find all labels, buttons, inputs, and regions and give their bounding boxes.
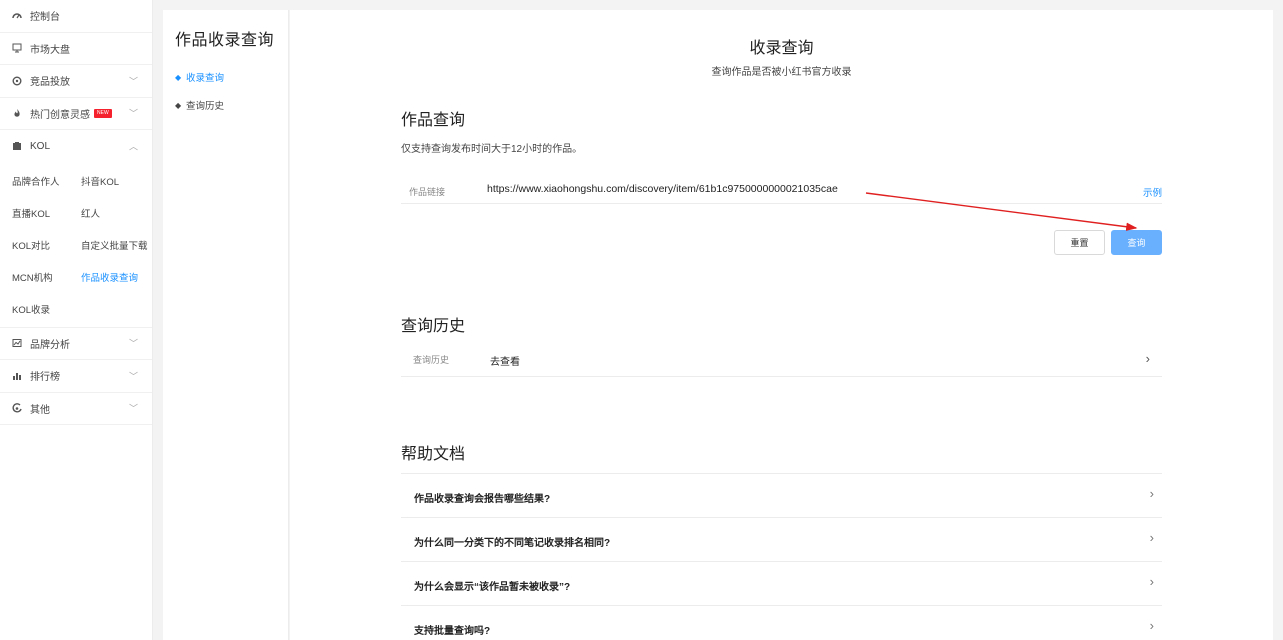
chevron-right-icon: › (1145, 351, 1150, 366)
submenu-item-custom-download[interactable]: 自定义批量下载 (69, 229, 153, 261)
subpanel-link-query[interactable]: ◆ 收录查询 (163, 70, 288, 85)
example-link[interactable]: 示例 (1143, 185, 1162, 199)
submenu-item-influencer[interactable]: 红人 (69, 197, 153, 229)
page-subtitle: 查询作品是否被小红书官方收录 (711, 67, 852, 78)
sidebar-item-label: 品牌分析 (30, 339, 70, 351)
faq-item[interactable]: 作品收录查询会报告哪些结果? › (401, 473, 1162, 517)
query-section: 作品查询 仅支持查询发布时间大于12小时的作品。 (401, 106, 1162, 155)
submenu-item-mcn[interactable]: MCN机构 (0, 261, 69, 293)
top-strip (153, 0, 1283, 10)
market-icon (12, 43, 22, 53)
chart-icon (12, 338, 22, 348)
subpanel-link-history[interactable]: ◆ 查询历史 (163, 98, 288, 113)
sidebar-item-label: 排行榜 (30, 372, 60, 384)
sidebar-item-other[interactable]: 其他 ﹀ (0, 393, 152, 425)
subpanel-link-label: 收录查询 (186, 73, 225, 84)
chevron-right-icon: › (1149, 530, 1154, 545)
history-row[interactable]: 查询历史 去查看 › (401, 345, 1162, 377)
sidebar-item-brand-analysis[interactable]: 品牌分析 ﹀ (0, 328, 152, 360)
sidebar-item-label: KOL (30, 140, 51, 152)
query-link-input[interactable] (487, 183, 1117, 195)
query-section-heading: 作品查询 (401, 112, 466, 129)
chevron-down-icon: ﹀ (128, 403, 138, 414)
faq-item[interactable]: 为什么会显示“该作品暂未被收录”? › (401, 561, 1162, 605)
submenu-item-douyin-kol[interactable]: 抖音KOL (69, 165, 153, 197)
faq-question: 作品收录查询会报告哪些结果? (414, 494, 551, 505)
faq-question: 支持批量查询吗? (414, 626, 491, 637)
sidebar: 控制台 市场大盘 竞品投放 ﹀ 热门创意灵感 NEW ﹀ KOL ︿ 品牌合作人… (0, 0, 153, 640)
new-badge: NEW (94, 108, 112, 118)
faq-item[interactable]: 为什么同一分类下的不同笔记收录排名相同? › (401, 517, 1162, 561)
sidebar-item-dashboard[interactable]: 控制台 (0, 0, 152, 33)
query-link-row: 作品链接 示例 (401, 180, 1162, 204)
submenu-item-kol-compare[interactable]: KOL对比 (0, 229, 69, 261)
chevron-up-icon: ︿ (128, 141, 138, 152)
page-title: 收录查询 (749, 40, 814, 57)
target-icon (12, 76, 22, 86)
sidebar-item-label: 控制台 (30, 12, 60, 24)
submenu-item-live-kol[interactable]: 直播KOL (0, 197, 69, 229)
faq-item[interactable]: 支持批量查询吗? › (401, 605, 1162, 640)
help-section: 帮助文档 (401, 440, 1162, 464)
other-icon (12, 403, 22, 413)
query-section-desc: 仅支持查询发布时间大于12小时的作品。 (401, 144, 583, 155)
diamond-icon: ◆ (175, 100, 182, 110)
history-row-label: 查询历史 (413, 355, 450, 365)
main-content: 收录查询 查询作品是否被小红书官方收录 作品查询 仅支持查询发布时间大于12小时… (290, 10, 1273, 640)
chevron-right-icon: › (1149, 574, 1154, 589)
chevron-right-icon: › (1149, 618, 1154, 633)
history-section-heading: 查询历史 (401, 318, 466, 335)
help-section-heading: 帮助文档 (401, 446, 466, 463)
submenu-item-kol-index[interactable]: KOL收录 (0, 293, 69, 325)
sidebar-item-ranking[interactable]: 排行榜 ﹀ (0, 360, 152, 393)
sidebar-item-hot-ideas[interactable]: 热门创意灵感 NEW ﹀ (0, 98, 152, 130)
chevron-down-icon: ﹀ (128, 338, 138, 349)
sidebar-item-label: 市场大盘 (30, 44, 70, 56)
submenu-item-content-index-query[interactable]: 作品收录查询 (69, 261, 153, 293)
sidebar-item-competitor[interactable]: 竞品投放 ﹀ (0, 65, 152, 98)
subpanel-link-label: 查询历史 (186, 101, 225, 112)
sidebar-item-label: 热门创意灵感 (30, 109, 90, 121)
bar-chart-icon (12, 371, 22, 381)
chevron-down-icon: ﹀ (128, 76, 138, 87)
kol-submenu: 品牌合作人 抖音KOL 直播KOL 红人 KOL对比 自定义批量下载 MCN机构… (0, 163, 152, 328)
sidebar-item-market[interactable]: 市场大盘 (0, 33, 152, 65)
query-link-label: 作品链接 (409, 187, 446, 197)
kol-icon (12, 141, 22, 151)
history-section: 查询历史 (401, 312, 1162, 336)
query-button[interactable]: 查询 (1111, 230, 1162, 255)
sidebar-item-label: 竞品投放 (30, 77, 70, 89)
sidebar-item-kol[interactable]: KOL ︿ (0, 130, 152, 163)
diamond-icon: ◆ (175, 72, 182, 82)
chevron-down-icon: ﹀ (128, 371, 138, 382)
submenu-item-brand-partner[interactable]: 品牌合作人 (0, 165, 69, 197)
chevron-down-icon: ﹀ (128, 108, 138, 119)
faq-question: 为什么会显示“该作品暂未被收录”? (414, 582, 571, 593)
subpanel-title: 作品收录查询 (175, 32, 275, 49)
sidebar-item-label: 其他 (30, 404, 50, 416)
chevron-right-icon: › (1149, 486, 1154, 501)
subpanel: 作品收录查询 ◆ 收录查询 ◆ 查询历史 (163, 10, 289, 640)
faq-question: 为什么同一分类下的不同笔记收录排名相同? (414, 538, 611, 549)
reset-button[interactable]: 重置 (1054, 230, 1105, 255)
dashboard-icon (12, 11, 22, 21)
history-row-value: 去查看 (490, 357, 520, 368)
fire-icon (12, 108, 22, 118)
